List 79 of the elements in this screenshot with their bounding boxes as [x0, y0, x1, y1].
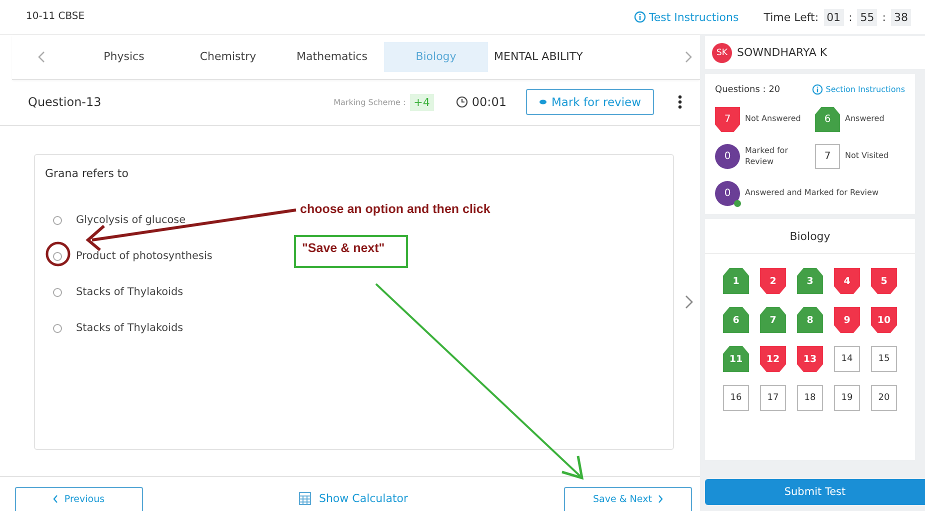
chevron-left-icon[interactable] — [38, 50, 46, 63]
question-number-button[interactable]: 10 — [871, 307, 897, 333]
option-label[interactable]: Product of photosynthesis — [76, 250, 212, 262]
marking-scheme-label: Marking Scheme : — [334, 98, 406, 107]
previous-button[interactable]: Previous — [15, 486, 143, 511]
question-timer: 00:01 — [472, 95, 506, 110]
question-number-button[interactable]: 17 — [760, 385, 786, 411]
question-number-button[interactable]: 11 — [723, 346, 749, 372]
question-number: Question-13 — [28, 95, 102, 110]
clock-icon — [456, 96, 468, 108]
question-number-button[interactable]: 9 — [834, 307, 860, 333]
question-number-button[interactable]: 13 — [797, 346, 823, 372]
time-left-label: Time Left: — [764, 10, 819, 24]
info-icon — [634, 11, 646, 23]
subject-tab[interactable]: Mathematics — [280, 42, 384, 72]
timer-segment: 01 — [824, 8, 844, 26]
timer-separator: : — [848, 10, 854, 24]
question-number-button[interactable]: 5 — [871, 268, 897, 294]
chevron-right-icon[interactable] — [684, 295, 693, 310]
status-badge: 0 — [715, 181, 740, 206]
radio-button[interactable] — [53, 324, 62, 333]
legend-label: Not Visited — [845, 151, 890, 162]
question-number-button[interactable]: 8 — [797, 307, 823, 333]
annotation-circle — [46, 242, 70, 266]
timer-separator: : — [881, 10, 887, 24]
question-number-button[interactable]: 4 — [834, 268, 860, 294]
chevron-right-icon[interactable] — [684, 50, 692, 63]
annotation-text: choose an option and then click — [300, 202, 490, 216]
question-number-button[interactable]: 2 — [760, 268, 786, 294]
question-number-button[interactable]: 18 — [797, 385, 823, 411]
test-title: 10-11 CBSE — [26, 11, 85, 22]
question-number-button[interactable]: 19 — [834, 385, 860, 411]
radio-button[interactable] — [53, 288, 62, 297]
timer-segment: 38 — [891, 8, 911, 26]
show-calculator-button[interactable]: Show Calculator — [292, 486, 414, 511]
question-number-button[interactable]: 16 — [723, 385, 749, 411]
timer-segment: 55 — [857, 8, 878, 26]
legend-label: Answered — [845, 114, 886, 125]
status-badge: 7 — [715, 107, 740, 132]
status-badge: 0 — [715, 144, 740, 169]
radio-button[interactable] — [53, 252, 62, 261]
question-number-button[interactable]: 15 — [871, 346, 897, 372]
save-and-next-button[interactable]: Save & Next — [564, 486, 692, 511]
option-label[interactable]: Glycolysis of glucose — [76, 214, 186, 226]
status-badge: 6 — [815, 107, 840, 132]
question-number-button[interactable]: 14 — [834, 346, 860, 372]
question-number-button[interactable]: 12 — [760, 346, 786, 372]
subject-tab[interactable]: Physics — [72, 42, 176, 72]
subject-tab[interactable]: MENTAL ABILITY — [488, 42, 589, 72]
chevron-left-icon — [53, 495, 58, 504]
section-instructions-link[interactable]: Section Instructions — [812, 84, 905, 95]
option-label[interactable]: Stacks of Thylakoids — [76, 322, 184, 334]
legend-label: Not Answered — [745, 114, 802, 125]
question-number-button[interactable]: 20 — [871, 385, 897, 411]
status-badge: 7 — [815, 144, 840, 169]
user-name: SOWNDHARYA K — [737, 46, 828, 59]
legend-label: Answered and Marked for Review — [745, 188, 878, 199]
mark-for-review-button[interactable]: Mark for review — [526, 89, 654, 116]
more-options-icon[interactable] — [678, 95, 682, 110]
question-number-button[interactable]: 3 — [797, 268, 823, 294]
info-icon — [812, 84, 823, 95]
question-count: Questions : 20 — [715, 84, 780, 94]
user-avatar: SK — [712, 42, 732, 62]
marking-score: +4 — [410, 94, 434, 111]
calculator-icon — [298, 492, 311, 506]
question-number-button[interactable]: 1 — [723, 268, 749, 294]
section-title: Biology — [705, 219, 915, 254]
question-text: Grana refers to — [45, 167, 130, 180]
submit-test-button[interactable]: Submit Test — [705, 479, 925, 505]
annotation-highlight: "Save & next" — [294, 235, 408, 268]
test-instructions-link[interactable]: Test Instructions — [634, 10, 739, 24]
chevron-right-icon — [658, 495, 663, 504]
option-label[interactable]: Stacks of Thylakoids — [76, 286, 184, 298]
question-number-button[interactable]: 6 — [723, 307, 749, 333]
subject-tab[interactable]: Biology — [384, 42, 488, 72]
radio-button[interactable] — [53, 216, 62, 225]
legend-label: Marked for Review — [745, 146, 789, 167]
subject-tab[interactable]: Chemistry — [176, 42, 280, 72]
question-number-button[interactable]: 7 — [760, 307, 786, 333]
